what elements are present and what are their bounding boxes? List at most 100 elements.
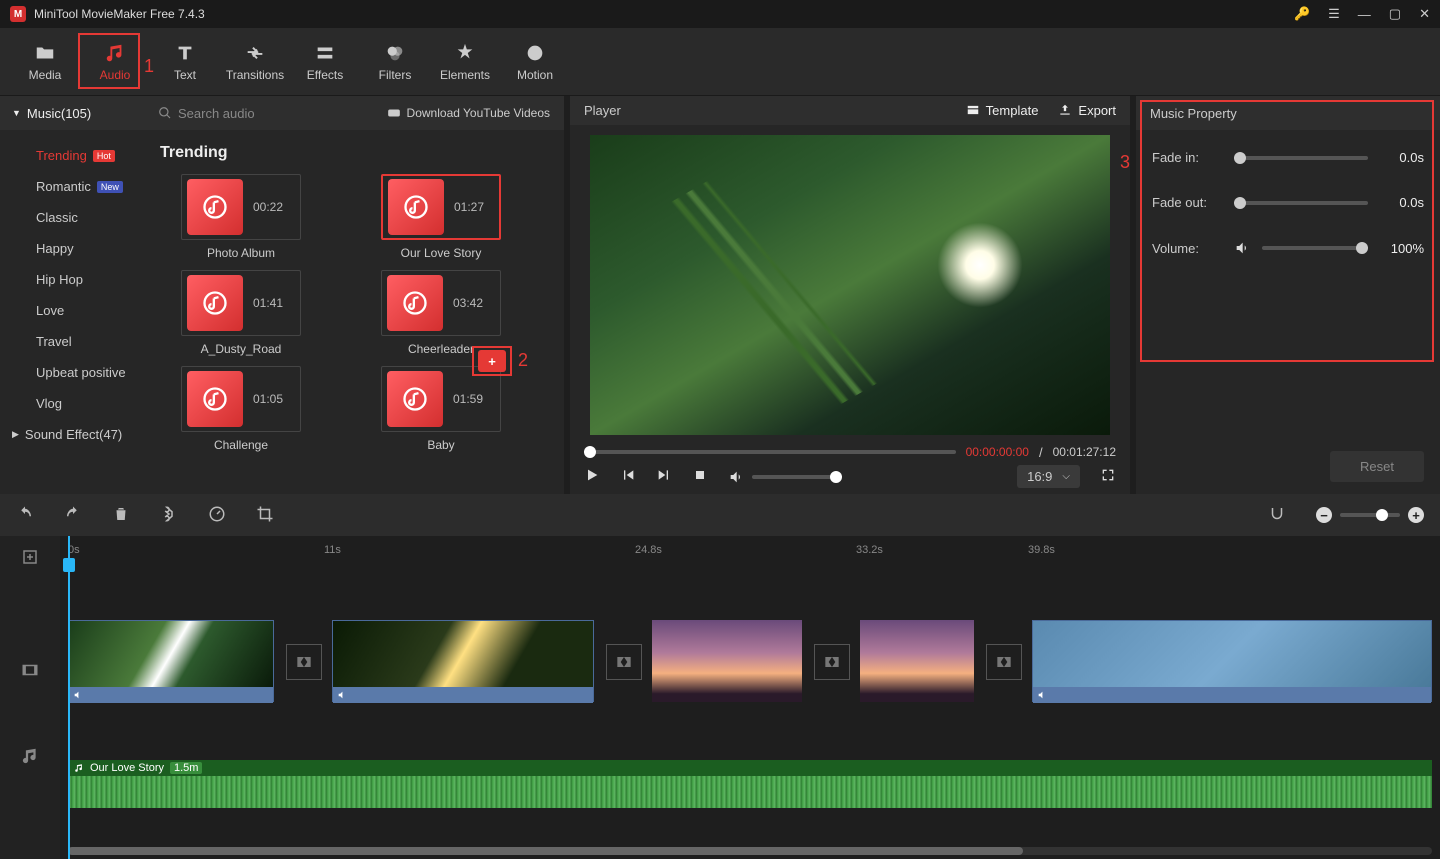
aspect-ratio-select[interactable]: 16:9 ⌵ (1017, 465, 1080, 488)
video-preview (590, 135, 1110, 435)
transition-slot[interactable] (286, 644, 322, 680)
add-track-button[interactable] (0, 536, 60, 578)
template-icon (966, 103, 980, 117)
tab-effects[interactable]: Effects (290, 33, 360, 91)
sidebar-item-romantic[interactable]: Romantic New (0, 171, 150, 202)
fullscreen-button[interactable] (1100, 467, 1116, 486)
audio-name: Cheerleader (408, 342, 474, 356)
next-frame-button[interactable] (656, 467, 672, 486)
audio-item[interactable]: 01:59Baby (356, 366, 526, 452)
minimize-icon[interactable]: — (1358, 7, 1371, 22)
video-clip[interactable] (332, 620, 594, 702)
sidebar-item-classic[interactable]: Classic (0, 202, 150, 233)
timeline-toolbar: − + (0, 494, 1440, 536)
video-track-icon (0, 620, 60, 720)
annotation-label-2: 2 (518, 350, 528, 371)
tab-transitions[interactable]: Transitions (220, 33, 290, 91)
transition-slot[interactable] (986, 644, 1022, 680)
audio-name: Challenge (214, 438, 268, 452)
timeline-scrollbar[interactable] (68, 847, 1432, 855)
audio-clip-name: Our Love Story (90, 762, 164, 774)
music-thumb-icon (187, 179, 243, 235)
sidebar-item-happy[interactable]: Happy (0, 233, 150, 264)
effects-icon (314, 42, 336, 64)
crop-button[interactable] (256, 505, 274, 526)
zoom-out-button[interactable]: − (1316, 507, 1332, 523)
library-grid: Trending 00:22Photo Album01:27Our Love S… (150, 130, 564, 494)
titlebar: M MiniTool MovieMaker Free 7.4.3 🔑 ☰ — ▢… (0, 0, 1440, 28)
maximize-icon[interactable]: ▢ (1389, 6, 1401, 22)
speed-button[interactable] (208, 505, 226, 526)
sidebar-item-hiphop[interactable]: Hip Hop (0, 264, 150, 295)
library-category-header[interactable]: ▼ Music(105) (0, 106, 150, 121)
transition-slot[interactable] (606, 644, 642, 680)
audio-item[interactable]: 03:42Cheerleader (356, 270, 526, 356)
sidebar-item-upbeat[interactable]: Upbeat positive (0, 357, 150, 388)
download-youtube-link[interactable]: Download YouTube Videos (387, 106, 564, 120)
tab-motion[interactable]: Motion (500, 33, 570, 91)
delete-button[interactable] (112, 505, 130, 526)
tab-elements[interactable]: Elements (430, 33, 500, 91)
search-input[interactable]: Search audio (150, 106, 387, 121)
zoom-slider[interactable] (1340, 513, 1400, 517)
volume-icon[interactable] (728, 469, 744, 485)
player-canvas[interactable] (570, 125, 1130, 445)
tab-media[interactable]: Media (10, 33, 80, 91)
audio-track-icon (0, 726, 60, 786)
audio-duration: 01:05 (253, 392, 283, 406)
audio-item[interactable]: 00:22 Photo Album (156, 174, 326, 260)
play-button[interactable] (584, 467, 600, 486)
audio-item[interactable]: 01:41A_Dusty_Road (156, 270, 326, 356)
video-clip[interactable] (68, 620, 274, 702)
chevron-down-icon: ⌵ (1062, 471, 1070, 482)
audio-clip[interactable]: Our Love Story 1.5m (68, 760, 1432, 808)
timeline-body[interactable]: 0s 11s 24.8s 33.2s 39.8s Our Love Story … (60, 536, 1440, 859)
close-icon[interactable]: ✕ (1419, 6, 1430, 22)
folder-icon (34, 42, 56, 64)
sidebar-item-travel[interactable]: Travel (0, 326, 150, 357)
export-icon (1058, 103, 1072, 117)
timecode-total: 00:01:27:12 (1053, 445, 1116, 459)
player-volume-slider[interactable] (752, 475, 842, 479)
sidebar-item-vlog[interactable]: Vlog (0, 388, 150, 419)
template-button[interactable]: Template (966, 103, 1039, 118)
main-tabs: Media Audio Text Transitions Effects Fil… (0, 28, 1440, 96)
key-icon[interactable]: 🔑 (1294, 6, 1310, 22)
playhead[interactable] (68, 536, 70, 859)
tab-filters[interactable]: Filters (360, 33, 430, 91)
menu-icon[interactable]: ☰ (1328, 6, 1340, 22)
transition-slot[interactable] (814, 644, 850, 680)
search-icon (158, 106, 172, 120)
sidebar-item-love[interactable]: Love (0, 295, 150, 326)
stop-button[interactable] (692, 467, 708, 486)
audio-duration: 01:41 (253, 296, 283, 310)
annotation-label-3: 3 (1120, 152, 1130, 173)
undo-button[interactable] (16, 505, 34, 526)
video-clip[interactable] (860, 620, 974, 702)
video-clip[interactable] (652, 620, 802, 702)
prev-frame-button[interactable] (620, 467, 636, 486)
sidebar-item-trending[interactable]: Trending Hot (0, 140, 150, 171)
video-clip[interactable] (1032, 620, 1432, 702)
export-button[interactable]: Export (1058, 103, 1116, 118)
sidebar-group-soundeffect[interactable]: ▶ Sound Effect(47) (0, 419, 150, 450)
snap-button[interactable] (1268, 505, 1286, 526)
music-thumb-icon (388, 179, 444, 235)
annotation-box-1 (78, 33, 140, 89)
library-panel: ▼ Music(105) Search audio Download YouTu… (0, 96, 564, 494)
audio-item[interactable]: 01:05 Challenge (156, 366, 326, 452)
video-track[interactable] (60, 620, 1440, 708)
redo-button[interactable] (64, 505, 82, 526)
annotation-box-3 (1140, 100, 1434, 362)
audio-item[interactable]: 01:27Our Love Story (356, 174, 526, 260)
timeline-ruler[interactable]: 0s 11s 24.8s 33.2s 39.8s (60, 536, 1440, 570)
split-button[interactable] (160, 505, 178, 526)
tab-text[interactable]: Text (150, 33, 220, 91)
music-thumb-icon (187, 275, 243, 331)
audio-name: Photo Album (207, 246, 275, 260)
player-progress[interactable] (584, 450, 956, 454)
audio-duration: 00:22 (253, 200, 283, 214)
reset-button[interactable]: Reset (1330, 451, 1424, 482)
zoom-in-button[interactable]: + (1408, 507, 1424, 523)
youtube-icon (387, 106, 401, 120)
